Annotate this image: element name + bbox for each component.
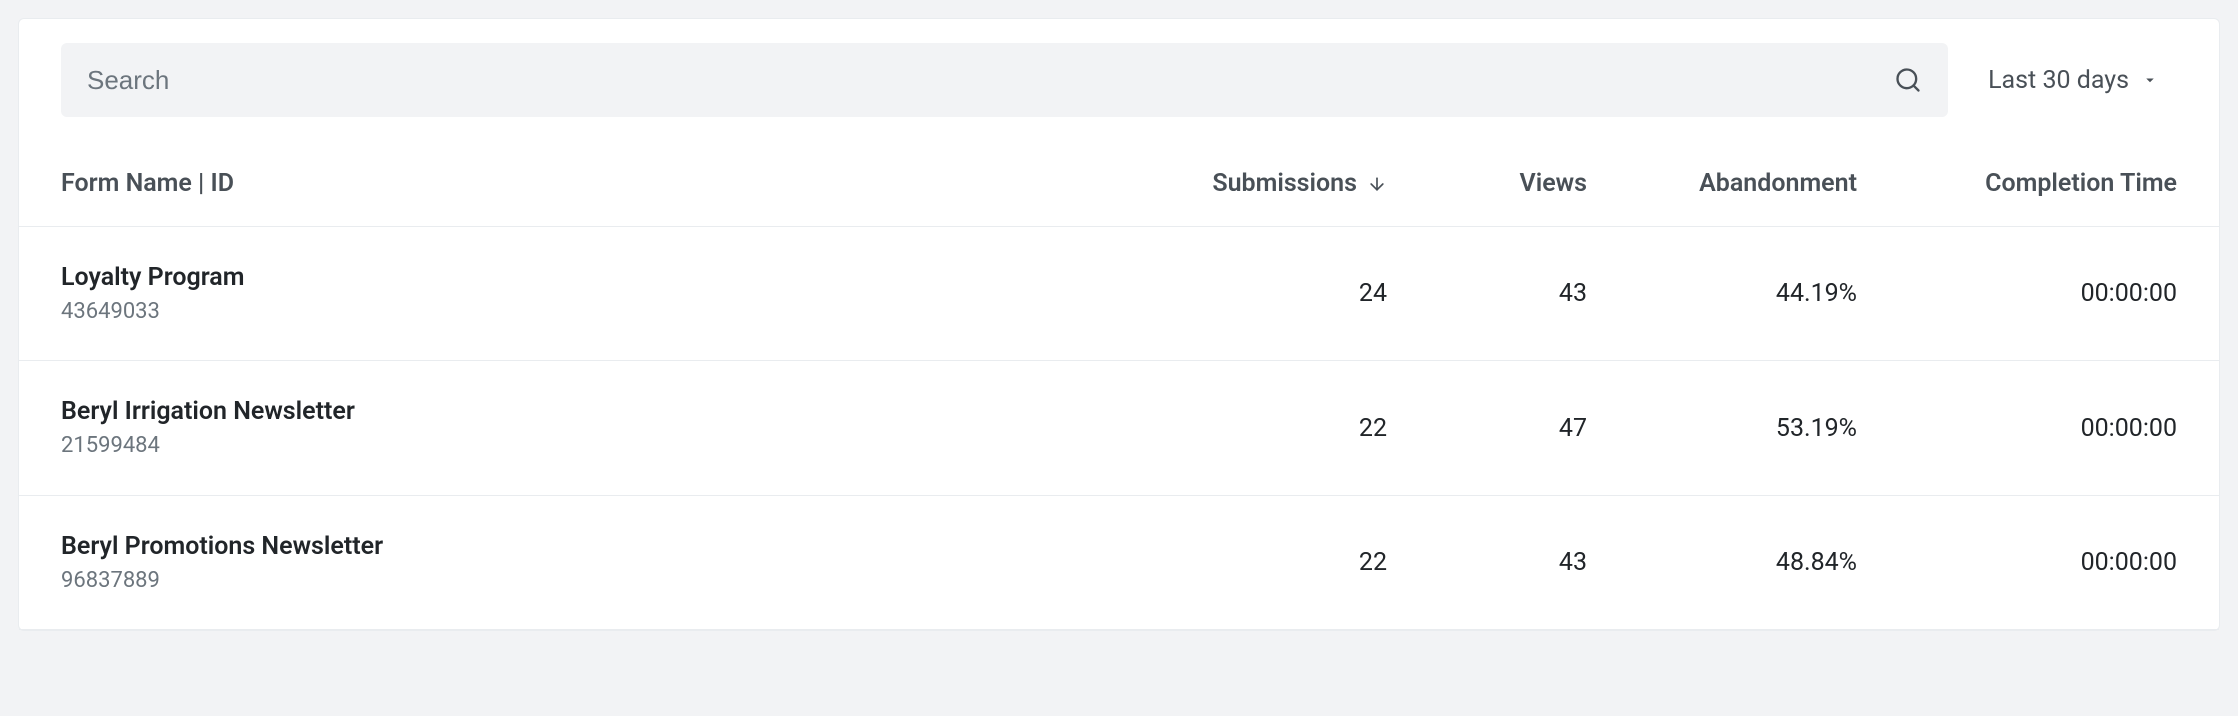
table-row[interactable]: Beryl Irrigation Newsletter2159948422475…	[19, 361, 2219, 495]
column-header-completion-label: Completion Time	[1985, 169, 2177, 198]
form-name: Beryl Promotions Newsletter	[61, 530, 1147, 564]
column-header-views[interactable]: Views	[1387, 169, 1587, 198]
sort-desc-icon	[1367, 174, 1387, 194]
date-filter-dropdown[interactable]: Last 30 days	[1988, 66, 2177, 95]
cell-completion: 00:00:00	[1857, 548, 2177, 577]
cell-submissions: 22	[1147, 414, 1387, 443]
cell-abandonment: 44.19%	[1587, 279, 1857, 308]
cell-completion: 00:00:00	[1857, 279, 2177, 308]
cell-submissions: 22	[1147, 548, 1387, 577]
cell-submissions: 24	[1147, 279, 1387, 308]
column-header-completion[interactable]: Completion Time	[1857, 169, 2177, 198]
column-header-views-label: Views	[1520, 169, 1588, 198]
table-row[interactable]: Beryl Promotions Newsletter9683788922434…	[19, 496, 2219, 630]
form-id: 21599484	[61, 431, 1147, 461]
table-body: Loyalty Program43649033244344.19%00:00:0…	[19, 227, 2219, 630]
cell-abandonment: 48.84%	[1587, 548, 1857, 577]
cell-name: Beryl Promotions Newsletter96837889	[61, 530, 1147, 595]
form-name: Beryl Irrigation Newsletter	[61, 395, 1147, 429]
search-container	[61, 43, 1948, 117]
form-id: 96837889	[61, 566, 1147, 596]
search-input[interactable]	[87, 65, 1894, 96]
top-bar: Last 30 days	[19, 19, 2219, 141]
column-header-abandonment-label: Abandonment	[1699, 169, 1857, 198]
table-header: Form Name | ID Submissions Views Abandon…	[19, 141, 2219, 227]
chevron-down-icon	[2141, 71, 2159, 89]
date-filter-label: Last 30 days	[1988, 66, 2129, 95]
table-row[interactable]: Loyalty Program43649033244344.19%00:00:0…	[19, 227, 2219, 361]
cell-completion: 00:00:00	[1857, 414, 2177, 443]
forms-card: Last 30 days Form Name | ID Submissions …	[18, 18, 2220, 631]
cell-views: 43	[1387, 279, 1587, 308]
cell-name: Beryl Irrigation Newsletter21599484	[61, 395, 1147, 460]
cell-views: 47	[1387, 414, 1587, 443]
cell-name: Loyalty Program43649033	[61, 261, 1147, 326]
cell-abandonment: 53.19%	[1587, 414, 1857, 443]
column-header-abandonment[interactable]: Abandonment	[1587, 169, 1857, 198]
column-header-name-label: Form Name | ID	[61, 169, 234, 198]
search-icon[interactable]	[1894, 66, 1922, 94]
form-id: 43649033	[61, 297, 1147, 327]
form-name: Loyalty Program	[61, 261, 1147, 295]
column-header-submissions-label: Submissions	[1212, 169, 1357, 198]
cell-views: 43	[1387, 548, 1587, 577]
column-header-submissions[interactable]: Submissions	[1147, 169, 1387, 198]
column-header-name[interactable]: Form Name | ID	[61, 169, 1147, 198]
